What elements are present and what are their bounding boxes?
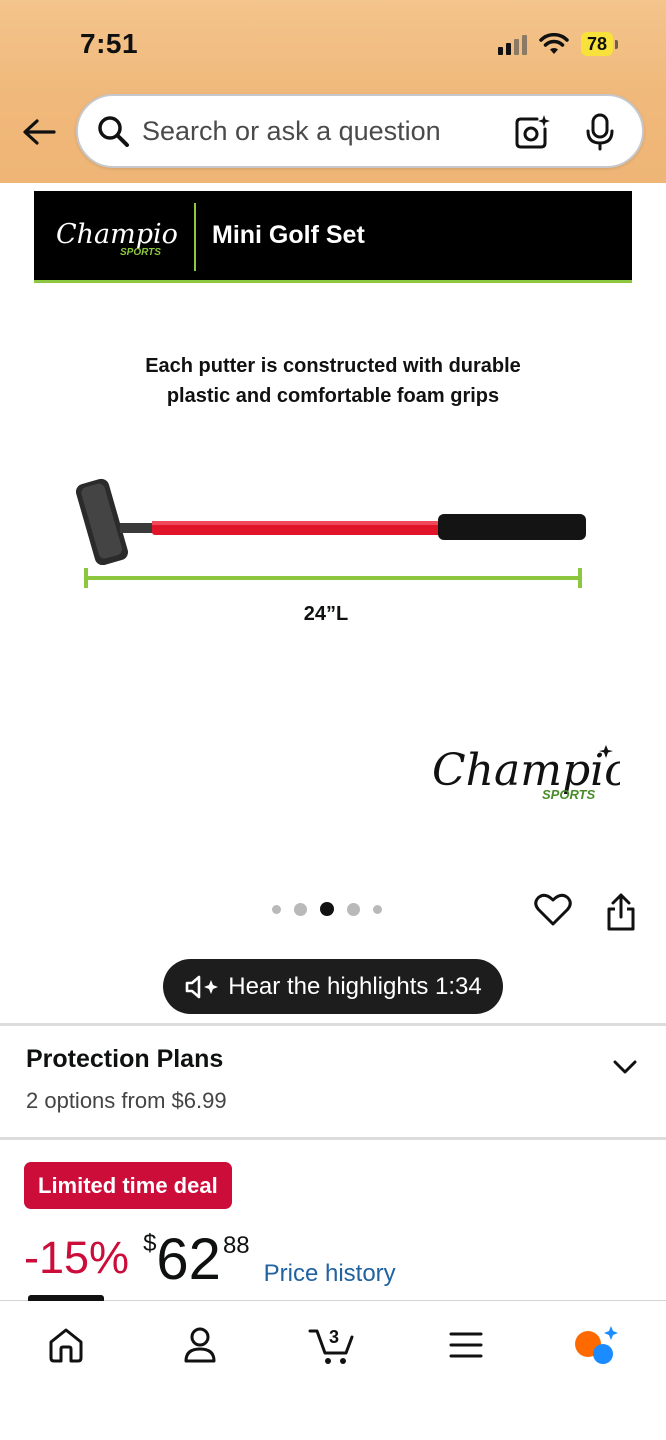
back-arrow-icon — [23, 119, 56, 145]
product-image[interactable]: Champion SPORTS Mini Golf Set Each putte… — [0, 183, 666, 883]
menu-icon — [449, 1332, 483, 1358]
nav-menu[interactable] — [436, 1319, 496, 1371]
hear-highlights-button[interactable]: Hear the highlights 1:34 — [163, 959, 503, 1014]
section-divider — [0, 1137, 666, 1140]
status-indicators: 78 — [497, 32, 618, 56]
section-divider — [0, 1023, 666, 1026]
back-button[interactable] — [20, 112, 58, 152]
price-whole: 62 — [156, 1227, 221, 1292]
share-icon — [607, 893, 635, 931]
brand-banner: Champion SPORTS Mini Golf Set — [34, 191, 632, 283]
chevron-down-icon — [613, 1060, 637, 1074]
length-indicator — [84, 568, 582, 588]
nav-active-indicator — [28, 1295, 104, 1301]
camera-search-button[interactable] — [512, 112, 552, 152]
putter-illustration — [76, 478, 586, 565]
share-button[interactable] — [601, 890, 641, 934]
home-icon — [49, 1328, 83, 1363]
carousel-dot-active[interactable] — [320, 902, 334, 916]
battery-level: 78 — [580, 32, 613, 56]
heart-icon — [534, 893, 572, 926]
wifi-icon — [539, 33, 569, 54]
price-row: -15% $ 62 88 Price history — [24, 1222, 396, 1292]
logo-subtext: SPORTS — [542, 787, 596, 802]
champion-logo: Champion SPORTS — [56, 219, 179, 258]
logo-subtext: SPORTS — [120, 247, 161, 258]
carousel-dot[interactable] — [294, 902, 307, 916]
length-label: 24”L — [303, 603, 349, 625]
banner-divider — [194, 203, 196, 271]
app-header: 7:51 78 — [0, 0, 666, 183]
price-fraction: 88 — [222, 1232, 250, 1259]
search-bar[interactable] — [76, 94, 644, 168]
nav-cart[interactable]: 3 — [302, 1319, 362, 1371]
carousel-dot[interactable] — [373, 904, 382, 914]
camera-sparkle-icon — [515, 115, 550, 149]
cart-icon: 3 — [308, 1327, 354, 1364]
bottom-navigation: 3 — [0, 1295, 666, 1440]
search-input[interactable] — [142, 115, 482, 147]
image-caption: Each putter is constructed with durable … — [0, 351, 666, 411]
limited-deal-badge: Limited time deal — [24, 1162, 232, 1209]
carousel-dot[interactable] — [272, 904, 281, 914]
add-to-wishlist-button[interactable] — [533, 890, 573, 930]
voice-search-button[interactable] — [580, 112, 620, 152]
speaker-sparkle-icon — [185, 975, 219, 998]
person-icon — [184, 1327, 216, 1363]
rufus-assistant-icon — [575, 1326, 618, 1364]
battery-icon: 78 — [580, 32, 618, 56]
banner-title: Mini Golf Set — [212, 221, 365, 249]
hear-highlights-label: Hear the highlights 1:34 — [228, 972, 482, 1000]
status-time: 7:51 — [80, 28, 139, 59]
caption-line: plastic and comfortable foam grips — [166, 385, 500, 407]
caption-line: Each putter is constructed with durable — [145, 355, 521, 377]
microphone-icon — [586, 113, 614, 151]
protection-plans-subtitle: 2 options from $6.99 — [26, 1088, 227, 1113]
cart-count: 3 — [329, 1327, 339, 1347]
cellular-signal-icon — [497, 33, 527, 55]
nav-home[interactable] — [36, 1319, 96, 1371]
carousel-dot[interactable] — [347, 902, 360, 916]
logo-wordmark: Champion — [56, 219, 179, 250]
protection-plans-row[interactable]: Protection Plans 2 options from $6.99 — [0, 1027, 666, 1137]
price-history-link[interactable]: Price history — [264, 1260, 396, 1288]
discount-percent: -15% — [24, 1232, 130, 1283]
champion-logo-large: Champion SPORTS — [432, 745, 620, 802]
price-currency: $ — [143, 1230, 157, 1257]
search-icon — [96, 114, 130, 148]
nav-rufus-assistant[interactable] — [566, 1319, 626, 1371]
carousel-dots — [272, 902, 382, 916]
nav-account[interactable] — [170, 1319, 230, 1371]
protection-plans-title: Protection Plans — [26, 1045, 224, 1073]
